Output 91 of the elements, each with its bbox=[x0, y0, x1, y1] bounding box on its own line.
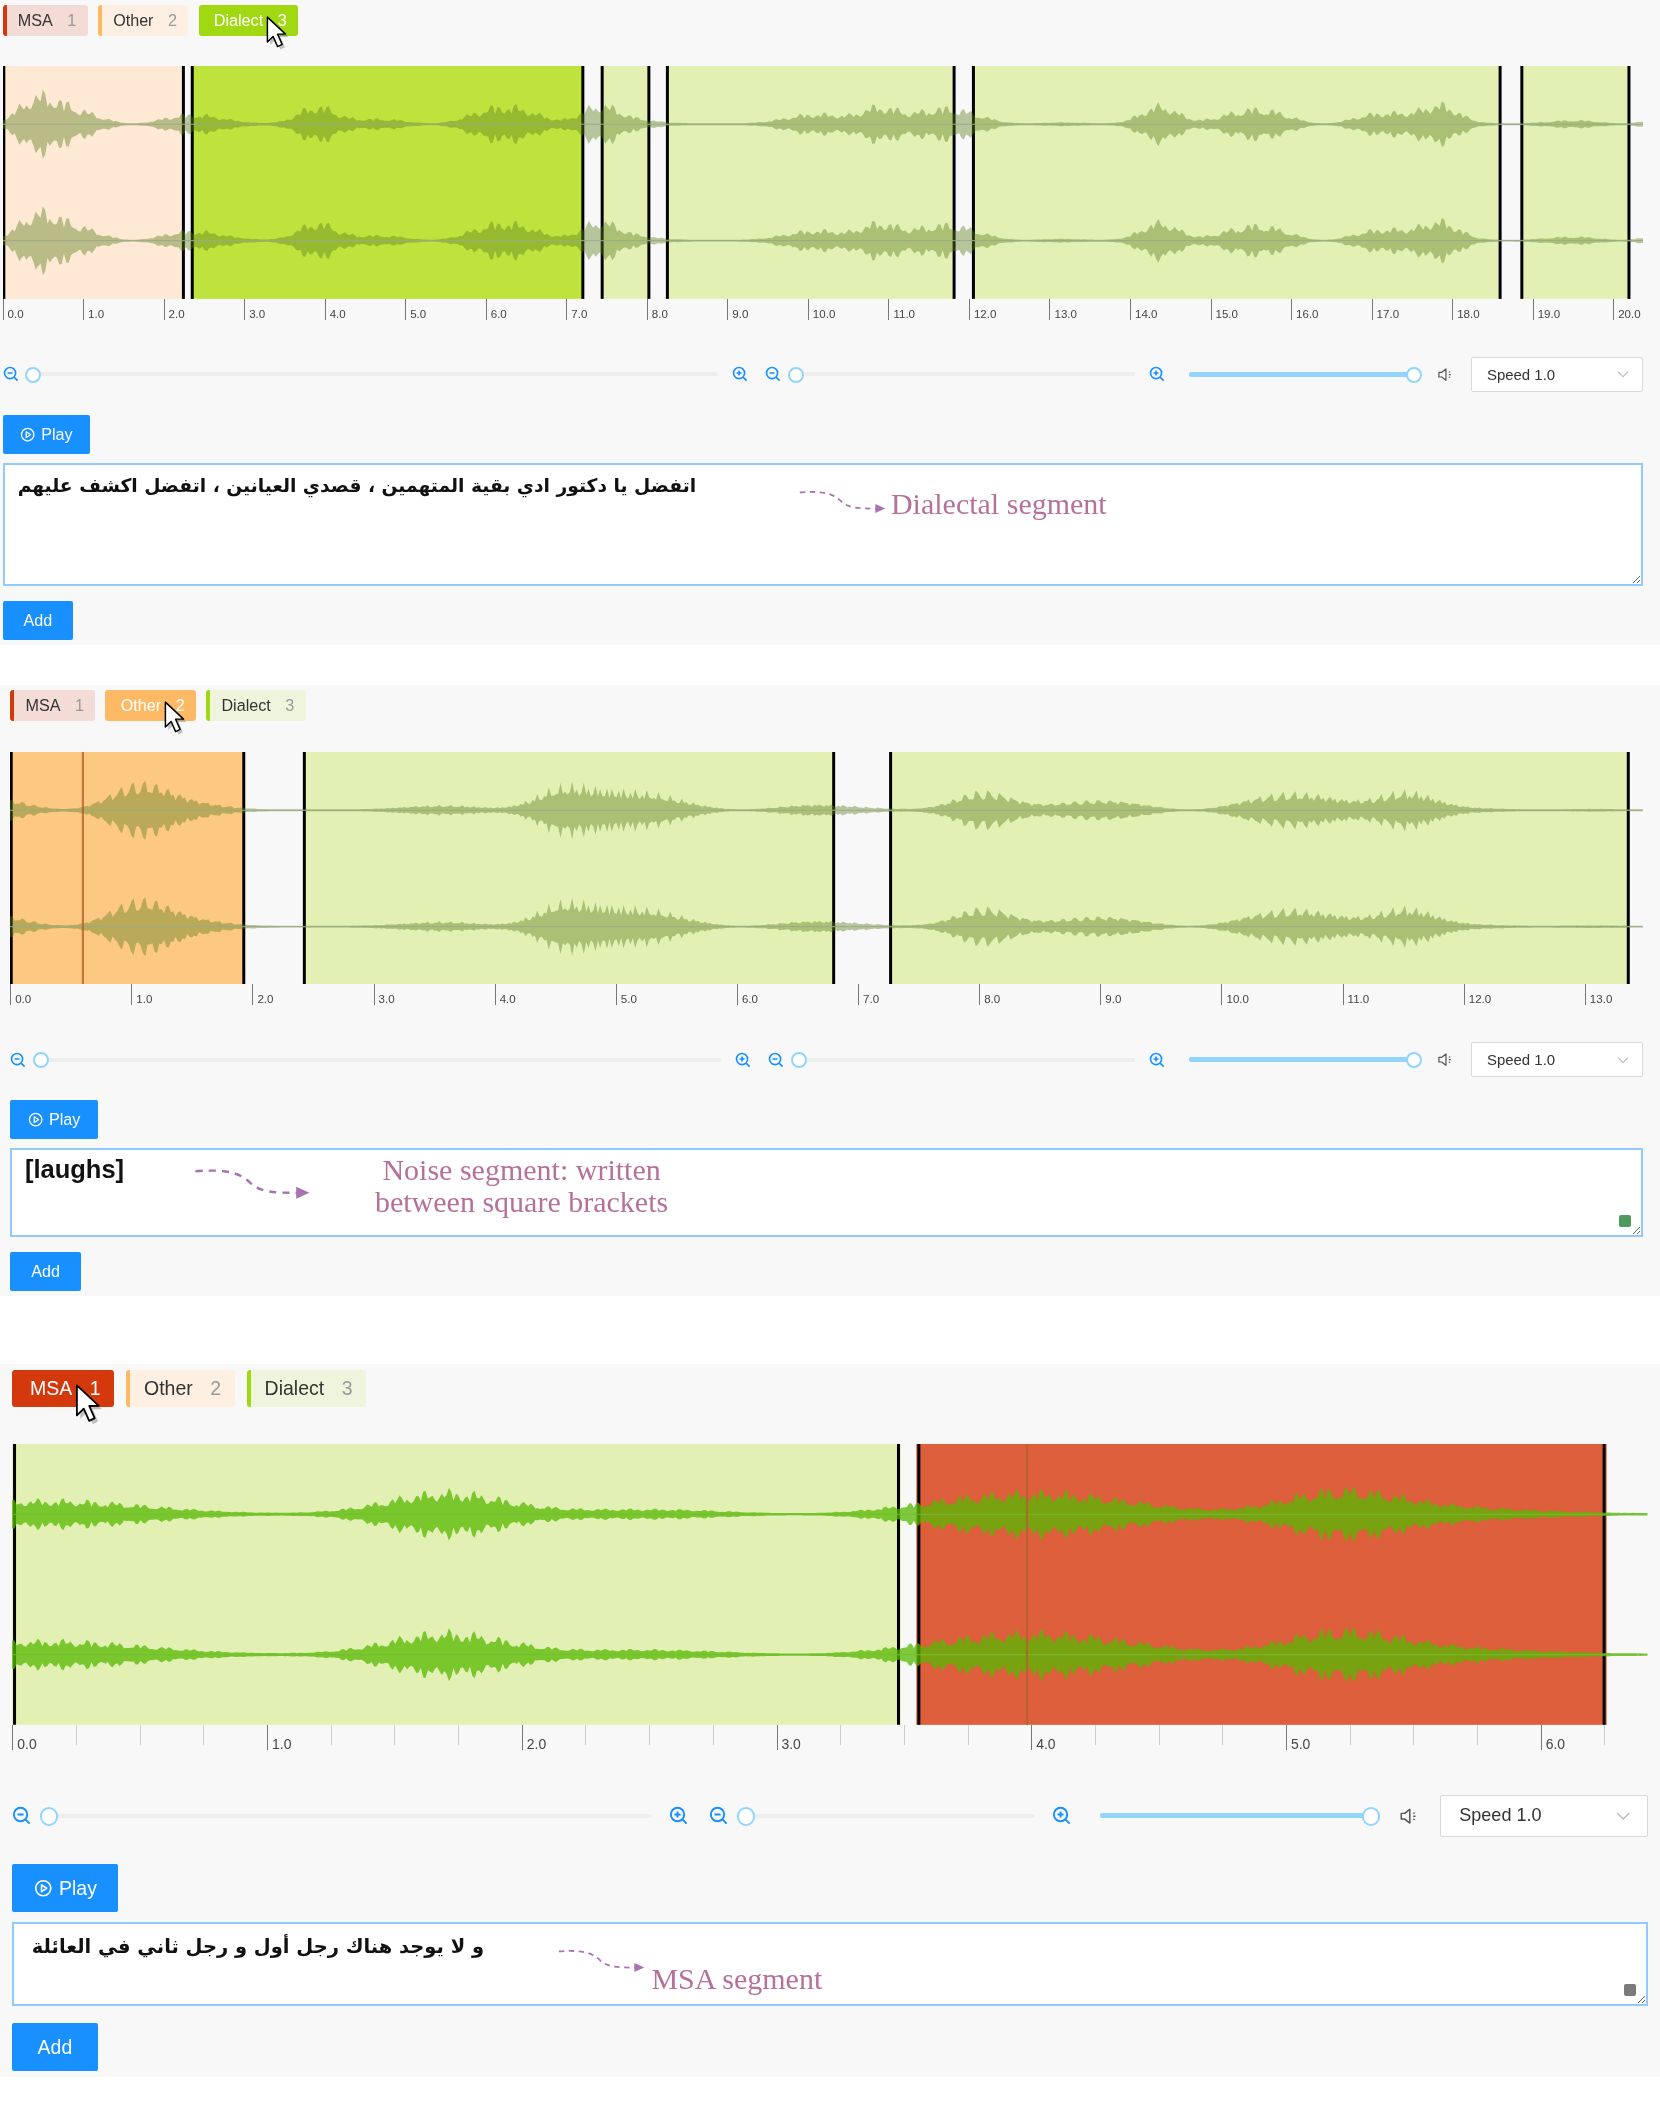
label-tab[interactable]: Dialect 3 bbox=[206, 690, 306, 721]
time-label: 12.0 bbox=[1468, 993, 1492, 1006]
time-label: 19.0 bbox=[1537, 307, 1561, 320]
zoom-out-icon[interactable] bbox=[768, 1051, 785, 1068]
slider-handle[interactable] bbox=[791, 1052, 807, 1069]
time-label: 3.0 bbox=[249, 307, 266, 320]
zoom-out-icon[interactable] bbox=[709, 1806, 729, 1826]
time-label: 0.0 bbox=[7, 307, 24, 320]
time-label: 1.0 bbox=[88, 307, 105, 320]
play-icon bbox=[27, 1111, 44, 1128]
time-label: 3.0 bbox=[781, 1735, 801, 1752]
time-label: 11.0 bbox=[1347, 993, 1370, 1006]
time-label: 2.0 bbox=[168, 307, 185, 320]
zoom-in-icon[interactable] bbox=[1148, 1051, 1165, 1068]
time-label: 10.0 bbox=[1226, 993, 1249, 1006]
time-label: 8.0 bbox=[651, 307, 668, 320]
slider-handle[interactable] bbox=[736, 1807, 756, 1826]
time-label: 2.0 bbox=[257, 993, 274, 1006]
speed-select[interactable]: Speed 1.0 bbox=[1440, 1795, 1648, 1837]
slider-handle[interactable] bbox=[33, 1052, 49, 1069]
time-label: 5.0 bbox=[410, 307, 427, 320]
pointer-cursor-icon bbox=[74, 1383, 102, 1425]
time-label: 1.0 bbox=[272, 1735, 292, 1752]
speed-select[interactable]: Speed 1.0 bbox=[1470, 357, 1643, 392]
time-label: 16.0 bbox=[1296, 307, 1319, 320]
time-label: 5.0 bbox=[1290, 1735, 1311, 1752]
time-label: 0.0 bbox=[17, 1735, 37, 1752]
time-label: 11.0 bbox=[893, 307, 916, 320]
time-label: 6.0 bbox=[490, 307, 507, 320]
chevron-down-icon bbox=[1616, 1055, 1629, 1064]
label-tab[interactable]: MSA 1 bbox=[10, 690, 96, 721]
zoom-out-icon[interactable] bbox=[10, 1051, 27, 1068]
speaker-icon[interactable] bbox=[1436, 1051, 1454, 1068]
time-label: 0.0 bbox=[15, 993, 32, 1006]
zoom-out-icon[interactable] bbox=[2, 366, 19, 383]
chevron-down-icon bbox=[1616, 1810, 1631, 1821]
time-label: 7.0 bbox=[571, 307, 588, 320]
time-label: 13.0 bbox=[1054, 307, 1077, 320]
time-label: 8.0 bbox=[984, 993, 1001, 1006]
time-label: 9.0 bbox=[732, 307, 749, 320]
time-label: 12.0 bbox=[973, 307, 997, 320]
time-label: 3.0 bbox=[378, 993, 395, 1006]
time-label: 7.0 bbox=[863, 993, 880, 1006]
time-label: 13.0 bbox=[1589, 993, 1613, 1006]
label-tab[interactable]: Dialect 3 bbox=[247, 1370, 367, 1408]
time-label: 14.0 bbox=[1135, 307, 1158, 320]
chevron-down-icon bbox=[1616, 370, 1629, 379]
pointer-cursor-icon bbox=[264, 16, 288, 51]
slider-handle[interactable] bbox=[39, 1807, 59, 1826]
slider-handle[interactable] bbox=[1361, 1807, 1380, 1826]
pointer-cursor-icon bbox=[162, 701, 186, 736]
speed-select[interactable]: Speed 1.0 bbox=[1470, 1042, 1643, 1077]
transcription-field[interactable]: [laughs] Noise segment: written between square brackets bbox=[10, 1147, 1643, 1238]
time-label: 6.0 bbox=[1545, 1735, 1566, 1752]
time-label: 5.0 bbox=[620, 993, 637, 1006]
time-label: 4.0 bbox=[1036, 1735, 1056, 1752]
annotation-note: Dialectal segment bbox=[890, 486, 1107, 521]
zoom-in-icon[interactable] bbox=[669, 1806, 689, 1826]
label-tab[interactable]: Other 2 bbox=[126, 1370, 235, 1408]
segment-region[interactable] bbox=[10, 751, 246, 985]
time-label: 10.0 bbox=[812, 307, 836, 320]
segment-region[interactable] bbox=[600, 66, 650, 300]
zoom-in-icon[interactable] bbox=[732, 366, 749, 383]
time-label: 2.0 bbox=[526, 1735, 547, 1752]
slider-handle[interactable] bbox=[1405, 1052, 1422, 1069]
slider-handle[interactable] bbox=[788, 367, 805, 384]
label-tab[interactable]: Other 2 bbox=[97, 5, 189, 36]
time-label: 17.0 bbox=[1376, 307, 1400, 320]
time-label: 20.0 bbox=[1618, 307, 1641, 320]
time-label: 1.0 bbox=[136, 993, 153, 1006]
time-label: 6.0 bbox=[741, 993, 758, 1006]
time-label: 9.0 bbox=[1105, 993, 1122, 1006]
annotation-note: Noise segment: written between square brackets bbox=[373, 1153, 670, 1219]
label-tab[interactable]: MSA 1 bbox=[2, 5, 88, 36]
annotation-note: MSA segment bbox=[651, 1962, 823, 1997]
time-label: 4.0 bbox=[499, 993, 516, 1006]
zoom-out-icon[interactable] bbox=[12, 1806, 32, 1826]
zoom-in-icon[interactable] bbox=[735, 1051, 752, 1068]
slider-handle[interactable] bbox=[1405, 367, 1422, 384]
segment-region[interactable] bbox=[1519, 66, 1630, 300]
time-label: 4.0 bbox=[329, 307, 346, 320]
zoom-in-icon[interactable] bbox=[1051, 1806, 1072, 1826]
time-label: 18.0 bbox=[1457, 307, 1480, 320]
slider-handle[interactable] bbox=[25, 367, 42, 384]
play-icon bbox=[33, 1878, 53, 1898]
play-icon bbox=[20, 426, 36, 442]
zoom-in-icon[interactable] bbox=[1148, 366, 1165, 383]
speaker-icon[interactable] bbox=[1436, 366, 1454, 383]
zoom-out-icon[interactable] bbox=[765, 366, 782, 383]
time-label: 15.0 bbox=[1215, 307, 1238, 320]
segment-region[interactable] bbox=[2, 66, 185, 300]
